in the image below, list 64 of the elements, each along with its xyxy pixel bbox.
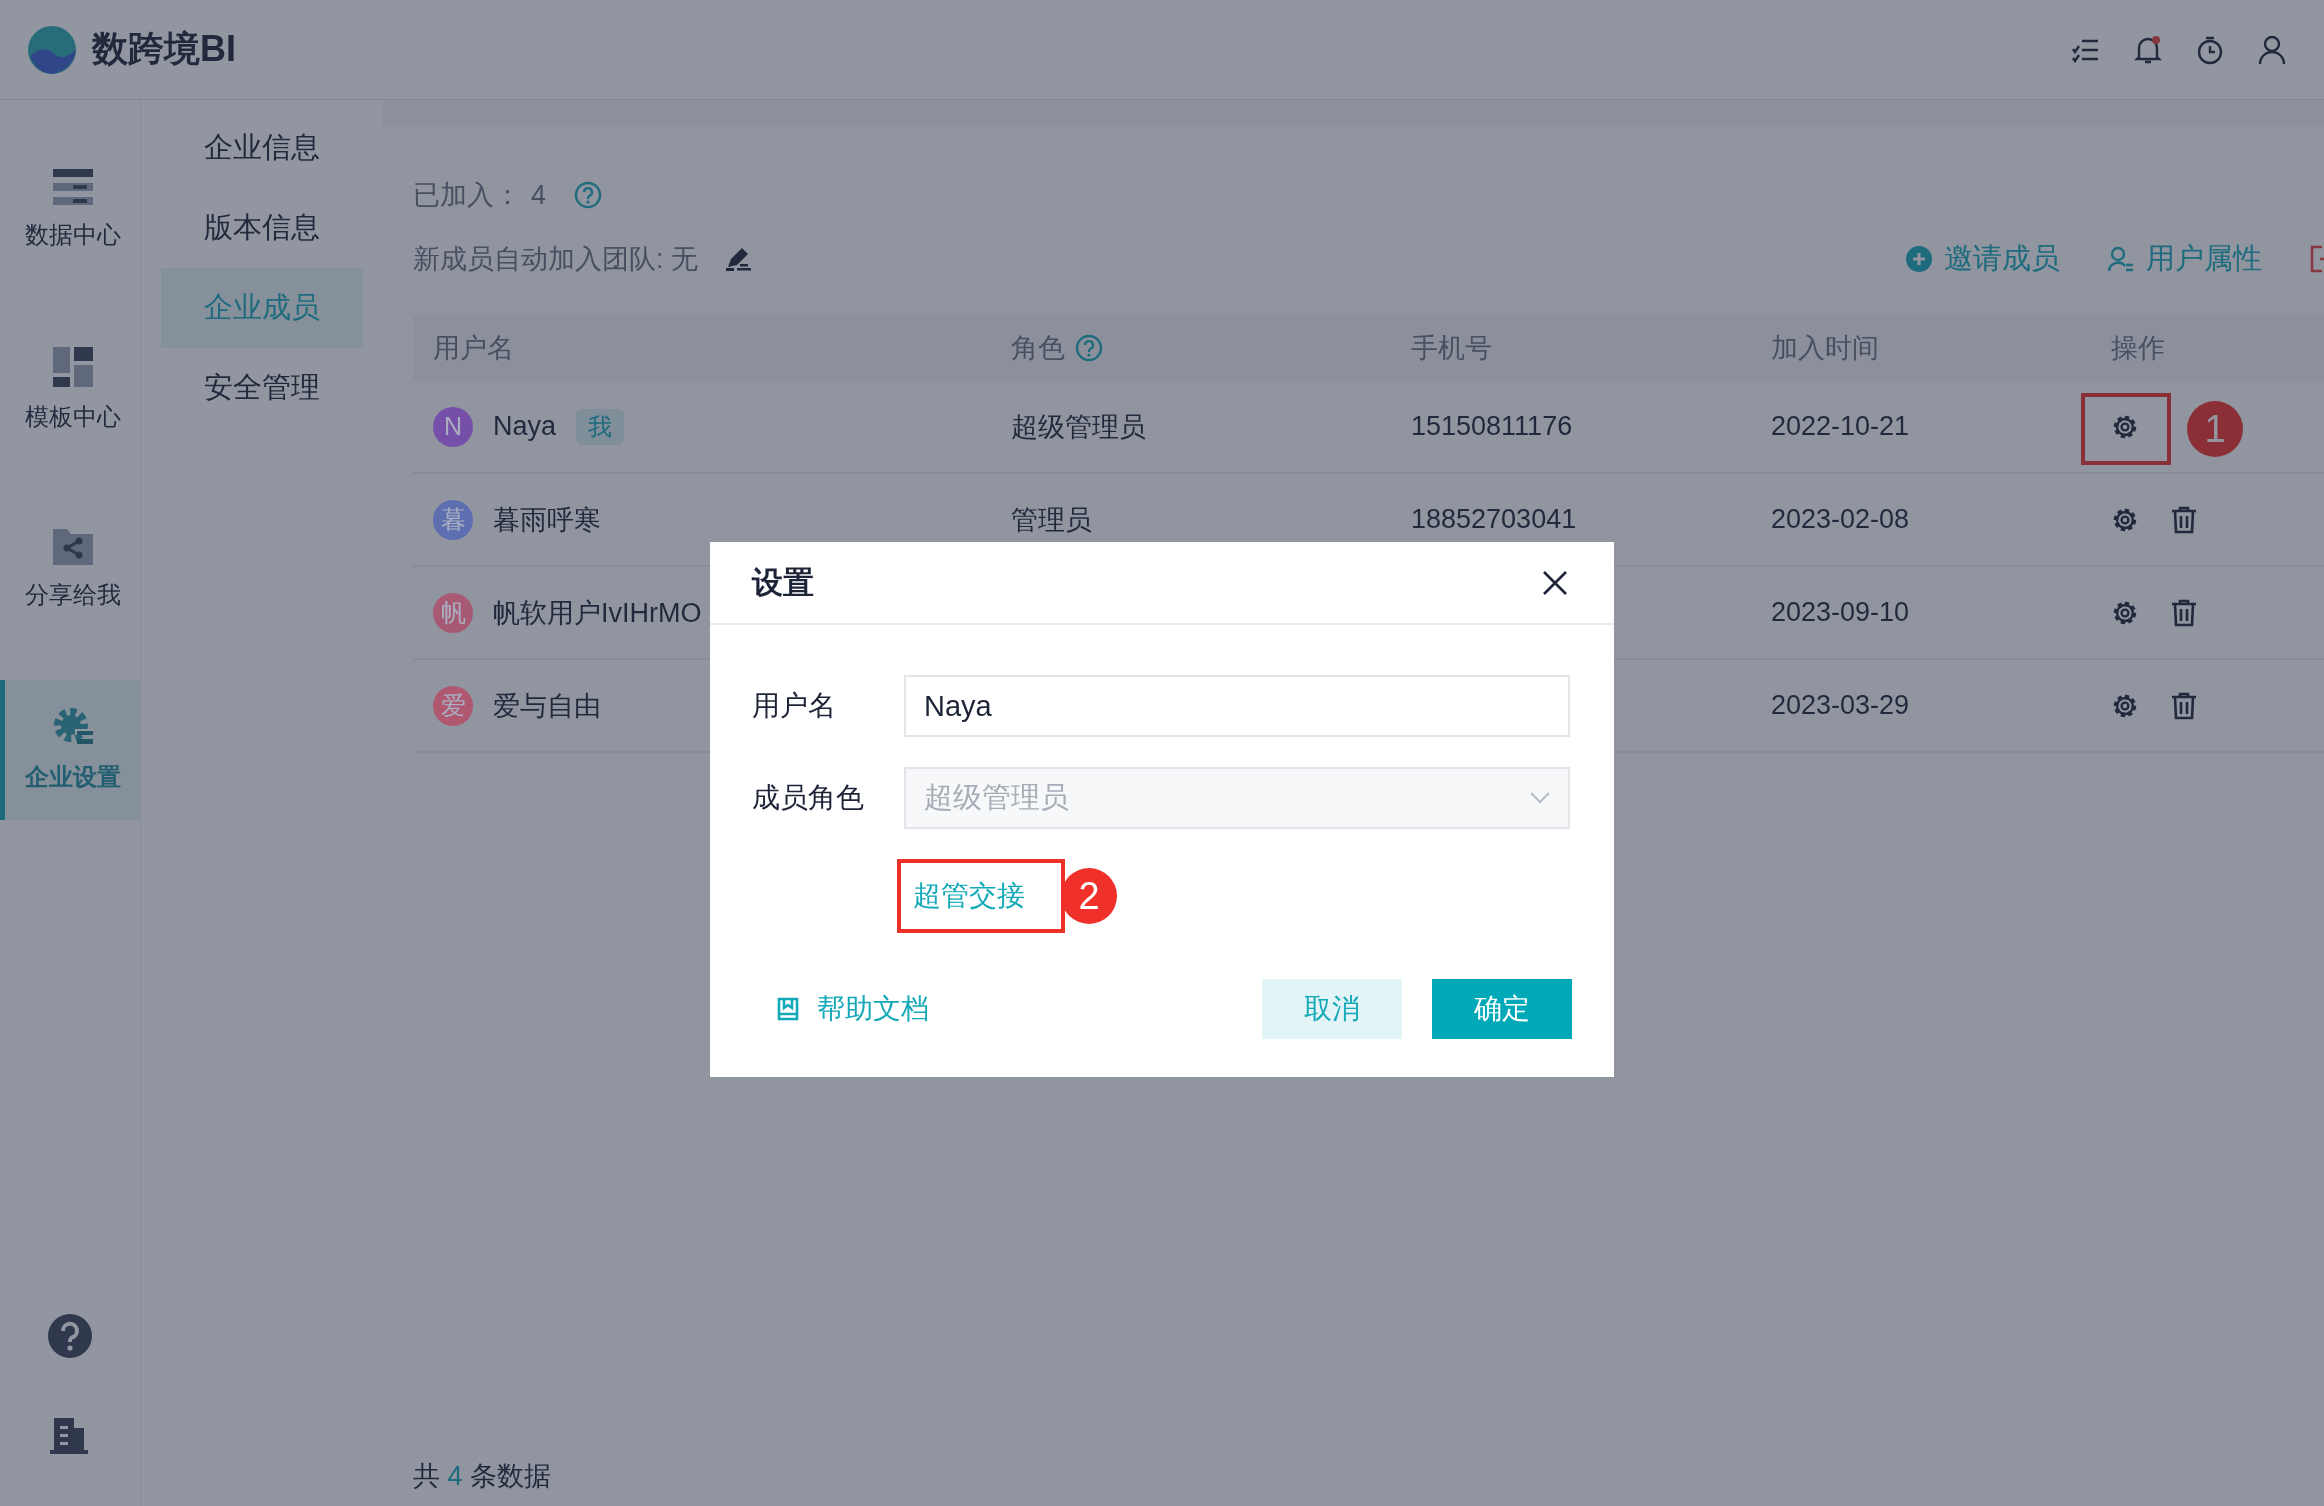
step-badge: 1 bbox=[2187, 401, 2243, 457]
grid-layout-icon bbox=[52, 347, 93, 387]
gear-icon bbox=[52, 707, 93, 747]
trash-icon[interactable] bbox=[2171, 505, 2197, 534]
trash-icon[interactable] bbox=[2171, 598, 2197, 627]
join-date-cell: 2023-02-08 bbox=[1771, 504, 1910, 535]
joined-label: 已加入： bbox=[413, 179, 521, 212]
help-icon[interactable] bbox=[48, 1314, 92, 1358]
dialog-button[interactable]: 取消 bbox=[1262, 979, 1402, 1039]
avatar: 暮 bbox=[433, 499, 473, 540]
logo-icon bbox=[26, 23, 78, 76]
help-docs-link[interactable]: 帮助文档 bbox=[777, 990, 929, 1028]
join-date-cell: 2023-09-10 bbox=[1771, 597, 1910, 628]
user-name: Naya bbox=[493, 411, 557, 442]
field-label: 成员角色 bbox=[752, 781, 865, 815]
dialog-button[interactable]: 确定 bbox=[1432, 979, 1572, 1039]
column-header: 手机号 bbox=[1411, 332, 1492, 365]
column-header: 加入时间 bbox=[1771, 332, 1879, 365]
role-cell-text: 管理员 bbox=[1011, 503, 1092, 537]
edit-icon[interactable] bbox=[726, 247, 752, 271]
book-icon bbox=[777, 997, 799, 1021]
auto-join-text: 新成员自动加入团队: 无 bbox=[413, 243, 698, 276]
user-name: 爱与自由 bbox=[493, 689, 601, 723]
stack-icon bbox=[52, 169, 93, 205]
handover-link[interactable]: 超管交接 bbox=[913, 877, 1025, 915]
action-link[interactable]: 用户属性 bbox=[2108, 239, 2262, 279]
action-link[interactable]: 邀请成员 bbox=[1906, 239, 2060, 279]
phone-cell: 15150811176 bbox=[1411, 411, 1573, 442]
notification-bell-icon[interactable] bbox=[2134, 34, 2162, 65]
submenu-item[interactable]: 版本信息 bbox=[161, 188, 363, 268]
role-cell-text: 超级管理员 bbox=[1011, 410, 1146, 444]
column-header: 角色 bbox=[1011, 332, 1065, 365]
phone-cell: 18852703041 bbox=[1411, 504, 1577, 535]
joined-count: 4 bbox=[531, 179, 547, 211]
submenu-item[interactable]: 企业成员 bbox=[161, 268, 363, 348]
nav-item[interactable]: 模板中心 bbox=[0, 320, 140, 460]
nav-item[interactable]: 企业设置 bbox=[0, 680, 140, 820]
self-tag: 我 bbox=[576, 408, 625, 445]
field-label: 用户名 bbox=[752, 689, 837, 723]
timer-icon[interactable] bbox=[2196, 34, 2224, 65]
avatar: N bbox=[433, 406, 473, 447]
avatar: 帆 bbox=[433, 592, 473, 633]
plus-circle-icon bbox=[1906, 246, 1932, 272]
user-list-icon bbox=[2108, 246, 2134, 272]
avatar: 爱 bbox=[433, 685, 473, 726]
column-header: 用户名 bbox=[433, 332, 514, 365]
dialog-title: 设置 bbox=[752, 563, 814, 602]
chevron-down-icon bbox=[1530, 792, 1550, 804]
nav-item[interactable]: 分享给我 bbox=[0, 500, 140, 640]
join-date-cell: 2023-03-29 bbox=[1771, 690, 1910, 721]
close-icon[interactable] bbox=[1542, 569, 1568, 596]
submenu-item[interactable]: 企业信息 bbox=[161, 108, 363, 188]
share-folder-icon bbox=[52, 529, 93, 565]
user-name: 暮雨呼寒 bbox=[493, 503, 601, 537]
join-date-cell: 2022-10-21 bbox=[1771, 411, 1910, 442]
total-count-text: 共 4 条数据 bbox=[413, 1461, 552, 1491]
user-name: 帆软用户IvIHrMO bbox=[493, 596, 702, 630]
submenu-item[interactable]: 安全管理 bbox=[161, 348, 363, 428]
user-icon[interactable] bbox=[2258, 34, 2286, 65]
column-header: 操作 bbox=[2111, 332, 2165, 365]
username-field[interactable]: Naya bbox=[904, 675, 1570, 737]
nav-item[interactable]: 数据中心 bbox=[0, 140, 140, 280]
trash-icon[interactable] bbox=[2171, 691, 2197, 720]
app-name: 数跨境BI bbox=[92, 27, 236, 71]
